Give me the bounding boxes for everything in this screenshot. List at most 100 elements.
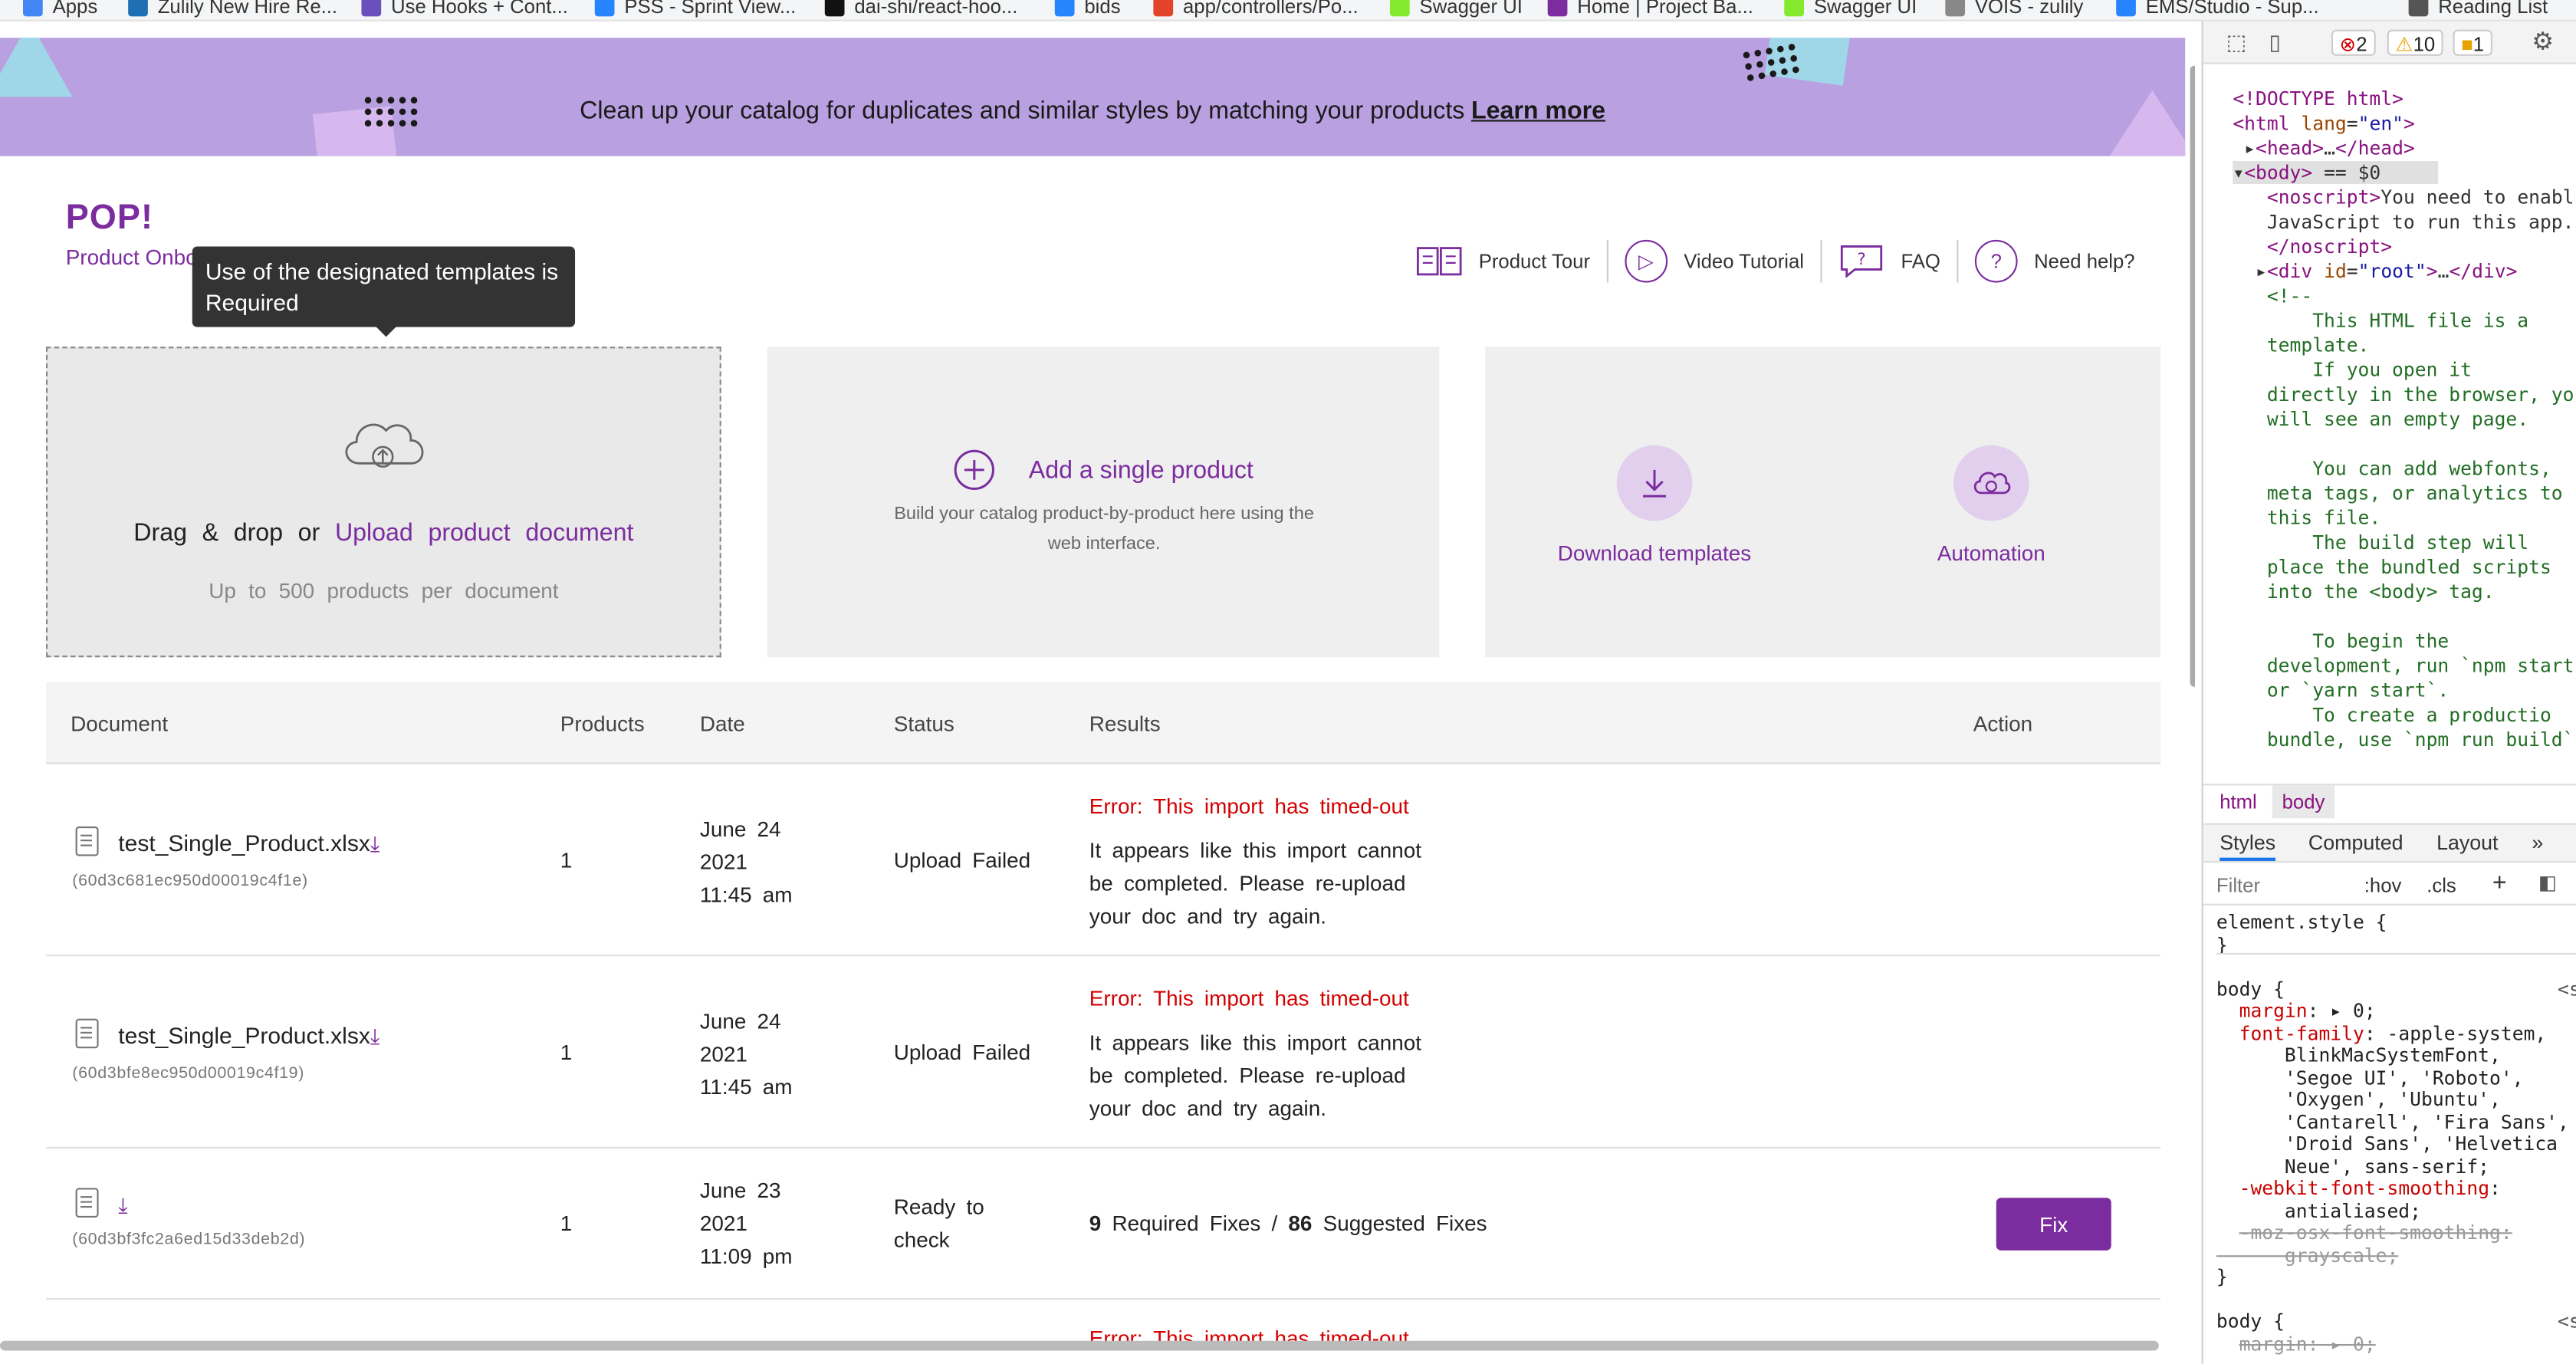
doc-id: (60d3bf3fc2a6ed15d33deb2d) <box>72 1231 306 1249</box>
result-line: It appears like this import cannot <box>1089 1030 1422 1055</box>
crumb-body[interactable]: body <box>2272 785 2335 819</box>
bookmark-item[interactable]: Swagger UI <box>1784 0 1917 18</box>
inspect-icon[interactable]: ⬚ <box>2226 30 2246 56</box>
templates-tooltip: Use of the designated templates is Requi… <box>192 246 576 337</box>
bookmark-item[interactable]: Reading List <box>2408 0 2548 18</box>
bookmark-item[interactable]: Home | Project Ba... <box>1547 0 1753 18</box>
bookmark-item[interactable]: PSS - Sprint View... <box>594 0 796 18</box>
tab-styles[interactable]: Styles <box>2220 831 2276 861</box>
issues-badge[interactable]: ■1 <box>2453 29 2492 56</box>
bookmark-favicon-icon <box>594 0 615 17</box>
suggested-fixes-count: 86 <box>1288 1211 1313 1236</box>
table-row: test_Single_Product.xlsx⤓ (60d3c681ec950… <box>46 764 2161 957</box>
faq-label: FAQ <box>1901 249 1940 273</box>
bookmark-item[interactable]: EMS/Studio - Sup... <box>2116 0 2319 18</box>
bookmark-item[interactable]: VOIS - zulily <box>1945 0 2083 18</box>
need-help-link[interactable]: ? Need help? <box>1958 239 2151 283</box>
bookmark-label: bids <box>1084 0 1121 18</box>
styles-filter-bar: Filter :hov .cls + ◧ <box>2203 866 2576 905</box>
results-cell: Error: This import has timed-out It appe… <box>1089 983 1421 1126</box>
bookmark-favicon-icon <box>23 0 43 17</box>
tab-more[interactable]: » <box>2532 831 2543 854</box>
date-day: June 24 <box>699 1008 781 1034</box>
faq-icon: ? <box>1840 245 1883 278</box>
bookmark-favicon-icon <box>361 0 382 17</box>
issues-count: 1 <box>2472 32 2485 56</box>
bookmark-favicon-icon <box>1389 0 1410 17</box>
required-fixes-count: 9 <box>1089 1211 1102 1236</box>
filter-input[interactable]: Filter <box>2216 874 2260 897</box>
product-tour-label: Product Tour <box>1478 249 1591 273</box>
device-toggle-icon[interactable]: ▯ <box>2269 30 2280 56</box>
file-name-text: test_Single_Product.xlsx <box>118 830 370 856</box>
tab-computed[interactable]: Computed <box>2308 831 2404 854</box>
add-single-product-label: Add a single product <box>1028 455 1254 485</box>
question-icon: ? <box>1974 239 2018 283</box>
elements-tree[interactable]: <!DOCTYPE html> <html lang="en"> ▸<head>… <box>2233 87 2576 753</box>
fix-button[interactable]: Fix <box>1996 1198 2111 1251</box>
file-name-text: test_Single_Product.xlsx <box>118 1021 370 1049</box>
bookmark-item[interactable]: Zulily New Hire Re... <box>128 0 337 18</box>
cls-toggle[interactable]: .cls <box>2426 874 2456 897</box>
product-tour-link[interactable]: Product Tour <box>1400 245 1607 278</box>
bookmark-favicon-icon <box>1784 0 1805 17</box>
bookmark-label: dai-shi/react-hoo... <box>854 0 1018 18</box>
settings-gear-icon[interactable]: ⚙ <box>2532 26 2554 55</box>
crumb-html[interactable]: html <box>2220 790 2257 813</box>
styles-pane[interactable]: element.style { } body { <style> margin:… <box>2216 911 2576 1356</box>
header-products: Products <box>560 711 645 737</box>
bookmark-item[interactable]: bids <box>1054 0 1121 18</box>
results-cell: Error: This import has timed-out It appe… <box>1089 790 1421 933</box>
horizontal-scrollbar[interactable] <box>0 1340 2159 1351</box>
bookmark-item[interactable]: Swagger UI <box>1389 0 1523 18</box>
add-single-product-desc: Build your catalog product-by-product he… <box>894 504 1314 554</box>
faq-link[interactable]: ? FAQ <box>1822 243 1957 279</box>
automation-label: Automation <box>1937 541 2045 566</box>
promo-banner: Clean up your catalog for duplicates and… <box>0 38 2186 156</box>
video-tutorial-link[interactable]: ▷ Video Tutorial <box>1608 239 1821 283</box>
header-status: Status <box>893 711 955 737</box>
bookmark-item[interactable]: Use Hooks + Cont... <box>361 0 568 18</box>
upload-document-link[interactable]: Upload product document <box>335 519 634 547</box>
download-icon[interactable]: ⤓ <box>118 1193 127 1218</box>
date-time: 11:45 am <box>699 1074 793 1099</box>
bookmark-item[interactable]: dai-shi/react-hoo... <box>824 0 1018 18</box>
download-icon[interactable]: ⤓ <box>370 1024 380 1048</box>
bookmark-favicon-icon <box>1945 0 1966 17</box>
pop-logo[interactable]: POP! <box>66 199 153 238</box>
help-nav: Product Tour ▷ Video Tutorial ? FAQ ? Ne… <box>1400 238 2151 284</box>
warnings-badge[interactable]: ⚠10 <box>2387 29 2443 56</box>
result-line: your doc and try again. <box>1089 1096 1326 1121</box>
add-single-product-card[interactable]: Add a single product Build your catalog … <box>767 347 1440 658</box>
banner-message: Clean up your catalog for duplicates and… <box>0 97 2185 124</box>
errors-badge[interactable]: ⊗2 <box>2331 29 2376 56</box>
add-single-product-title[interactable]: Add a single product <box>767 449 1439 491</box>
download-icon[interactable]: ⤓ <box>370 831 380 856</box>
video-tutorial-label: Video Tutorial <box>1684 249 1805 273</box>
vertical-scrollbar[interactable] <box>2190 65 2196 687</box>
bookmark-label: Reading List <box>2438 0 2548 18</box>
bookmark-item[interactable]: Apps <box>23 0 97 18</box>
learn-more-link[interactable]: Learn more <box>1471 97 1605 124</box>
status-line: Ready to <box>893 1194 984 1220</box>
file-name[interactable]: test_Single_Product.xlsx⤓ <box>118 827 380 861</box>
table-row: test_Single_Product.xlsx⤓ (60d3bfe8ec950… <box>46 956 2161 1149</box>
file-name[interactable]: test_Single_Product.xlsx⤓ <box>118 1019 380 1053</box>
imports-table: Document Products Date Status Results Ac… <box>46 682 2161 1351</box>
tab-layout[interactable]: Layout <box>2436 831 2498 854</box>
table-header: Document Products Date Status Results Ac… <box>46 682 2161 764</box>
add-rule-icon[interactable]: + <box>2492 869 2507 897</box>
hov-toggle[interactable]: :hov <box>2364 874 2402 897</box>
suggested-fixes-label: Suggested Fixes <box>1322 1211 1487 1236</box>
sidebar-toggle-icon[interactable]: ◧ <box>2538 871 2557 894</box>
bookmark-item[interactable]: app/controllers/Po... <box>1153 0 1359 18</box>
devtools-panel: ⬚ ▯ ⊗2 ⚠10 ■1 ⚙ <!DOCTYPE html> <html la… <box>2201 21 2576 1364</box>
file-name[interactable]: ⤓ <box>118 1188 127 1222</box>
date-year: 2021 <box>699 1041 748 1067</box>
download-templates-button[interactable]: Download templates <box>1523 445 1786 565</box>
results-cell: 9 Required Fixes / 86 Suggested Fixes <box>1089 1208 1487 1241</box>
automation-button[interactable]: Automation <box>1860 445 2123 565</box>
bookmark-label: Apps <box>52 0 98 18</box>
upload-dropzone[interactable]: Drag & drop or Upload product document U… <box>46 347 721 658</box>
result-line: be completed. Please re-upload <box>1089 870 1406 896</box>
